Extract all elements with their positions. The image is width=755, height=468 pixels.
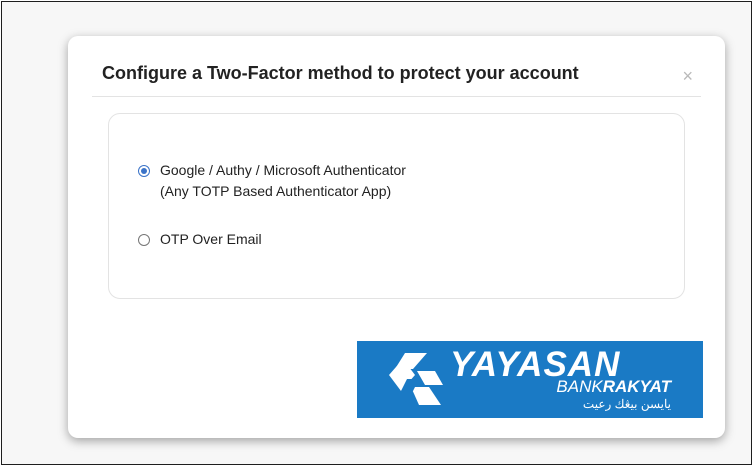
modal-header: Configure a Two-Factor method to protect… bbox=[92, 36, 701, 97]
option-google-authenticator-text[interactable]: Google / Authy / Microsoft Authenticator… bbox=[160, 160, 406, 202]
logo-sub-bold: RAKYAT bbox=[602, 377, 671, 396]
yayasan-bank-rakyat-logo: YAYASAN BANKRAKYAT يايسن بيڠك رعيت bbox=[357, 341, 703, 418]
page-frame: Configure a Two-Factor method to protect… bbox=[1, 1, 752, 465]
option-otp-email[interactable]: OTP Over Email bbox=[138, 231, 262, 250]
radio-otp-email[interactable] bbox=[138, 234, 150, 246]
yayasan-emblem-icon bbox=[389, 353, 443, 405]
option-otp-email-label: OTP Over Email bbox=[160, 231, 262, 247]
modal-title: Configure a Two-Factor method to protect… bbox=[102, 63, 579, 83]
logo-sub-regular: BANK bbox=[556, 377, 603, 396]
logo-sub-text: BANKRAKYAT bbox=[556, 377, 671, 397]
option-google-authenticator-sublabel: (Any TOTP Based Authenticator App) bbox=[160, 183, 392, 199]
radio-google-authenticator[interactable] bbox=[138, 165, 150, 177]
two-factor-options-card: Google / Authy / Microsoft Authenticator… bbox=[108, 113, 685, 299]
close-icon[interactable]: × bbox=[682, 67, 693, 85]
option-google-authenticator-label: Google / Authy / Microsoft Authenticator bbox=[160, 162, 406, 178]
logo-jawi-text: يايسن بيڠك رعيت bbox=[582, 397, 671, 411]
two-factor-modal: Configure a Two-Factor method to protect… bbox=[68, 36, 725, 438]
option-google-authenticator[interactable]: Google / Authy / Microsoft Authenticator… bbox=[138, 160, 406, 202]
